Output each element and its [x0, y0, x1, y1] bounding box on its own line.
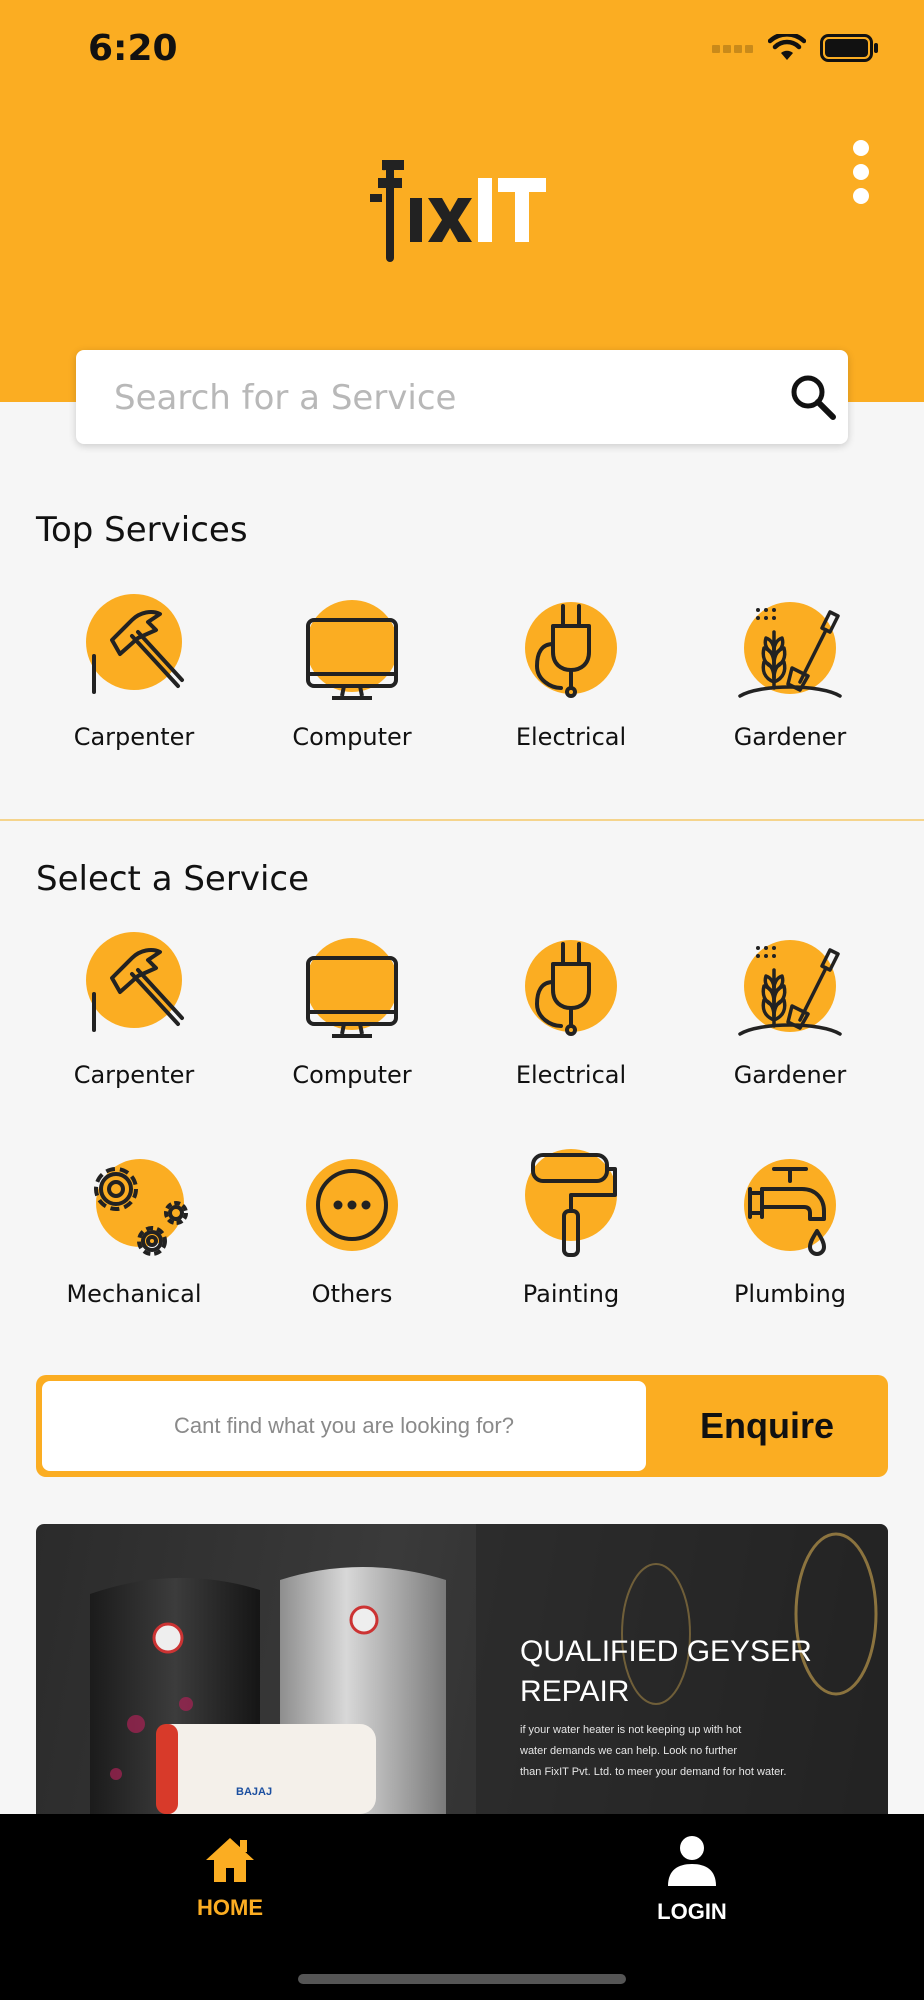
- plug-icon: [525, 940, 617, 1036]
- nav-login-label: LOGIN: [657, 1899, 727, 1924]
- banner-text-line: water demands we can help. Look no furth…: [520, 1745, 738, 1757]
- service-label: Carpenter: [73, 1061, 195, 1089]
- fixit-logo: [370, 160, 546, 262]
- service-label: Gardener: [733, 723, 847, 751]
- search-icon[interactable]: [788, 372, 838, 422]
- banner-title-line: QUALIFIED GEYSER: [520, 1635, 812, 1668]
- top-service-carpenter[interactable]: Carpenter: [34, 592, 234, 751]
- service-label: Plumbing: [733, 1280, 847, 1308]
- service-electrical[interactable]: Electrical: [471, 930, 671, 1089]
- service-label: Computer: [292, 1061, 412, 1089]
- home-indicator: [298, 1974, 626, 1984]
- top-service-electrical[interactable]: Electrical: [471, 592, 671, 751]
- faucet-icon: [744, 1159, 836, 1256]
- user-icon: [668, 1836, 716, 1886]
- section-divider: [0, 819, 924, 821]
- service-label: Carpenter: [73, 723, 195, 751]
- service-gardener[interactable]: Gardener: [690, 930, 890, 1089]
- service-painting[interactable]: Painting: [471, 1149, 671, 1308]
- gears-icon: [94, 1159, 188, 1256]
- hammer-icon: [86, 594, 184, 694]
- more-menu-button[interactable]: [848, 140, 874, 204]
- home-icon: [206, 1838, 254, 1882]
- nav-home[interactable]: HOME: [130, 1834, 330, 1921]
- paint-roller-icon: [525, 1149, 617, 1257]
- enquire-input[interactable]: Cant find what you are looking for?: [42, 1381, 646, 1471]
- select-service-title: Select a Service: [36, 859, 309, 899]
- service-label: Electrical: [515, 723, 627, 751]
- service-label: Gardener: [733, 1061, 847, 1089]
- app-header: 6:20: [0, 0, 924, 402]
- monitor-icon: [306, 600, 398, 700]
- top-services-title: Top Services: [36, 510, 248, 550]
- banner-title: QUALIFIED GEYSER REPAIR: [520, 1632, 850, 1712]
- bottom-nav: HOME LOGIN: [0, 1814, 924, 2000]
- plant-shovel-icon: [738, 940, 842, 1036]
- banner-text-line: if your water heater is not keeping up w…: [520, 1724, 742, 1736]
- status-icons: [712, 34, 878, 62]
- banner-text-line: than FixIT Pvt. Ltd. to meer your demand…: [520, 1766, 787, 1778]
- banner-title-line: REPAIR: [520, 1675, 630, 1708]
- plug-icon: [525, 602, 617, 698]
- service-computer[interactable]: Computer: [252, 930, 452, 1089]
- service-plumbing[interactable]: Plumbing: [690, 1149, 890, 1308]
- banner-brand: BAJAJ: [236, 1786, 273, 1798]
- more-dots-icon: [306, 1159, 398, 1251]
- plant-shovel-icon: [738, 602, 842, 698]
- service-label: Computer: [292, 723, 412, 751]
- hammer-icon: [86, 932, 184, 1032]
- nav-login[interactable]: LOGIN: [592, 1834, 792, 1925]
- search-input[interactable]: [112, 372, 756, 424]
- service-mechanical[interactable]: Mechanical: [34, 1149, 234, 1308]
- status-time: 6:20: [88, 28, 178, 69]
- nav-home-label: HOME: [197, 1895, 263, 1920]
- service-others[interactable]: Others: [252, 1149, 452, 1308]
- signal-icon: [712, 45, 753, 53]
- service-label: Others: [311, 1280, 393, 1308]
- top-service-computer[interactable]: Computer: [252, 592, 452, 751]
- battery-icon: [820, 34, 878, 62]
- top-service-gardener[interactable]: Gardener: [690, 592, 890, 751]
- service-carpenter[interactable]: Carpenter: [34, 930, 234, 1089]
- service-label: Electrical: [515, 1061, 627, 1089]
- promo-banner[interactable]: BAJAJ QUALIFIED GEYSER REPAIR if your wa…: [36, 1524, 888, 1814]
- enquire-bar: Cant find what you are looking for? Enqu…: [36, 1375, 888, 1477]
- banner-description: if your water heater is not keeping up w…: [520, 1720, 840, 1783]
- enquire-button[interactable]: Enquire: [646, 1375, 888, 1477]
- wifi-icon: [768, 34, 806, 60]
- service-label: Painting: [522, 1280, 620, 1308]
- search-bar: [76, 350, 848, 444]
- service-label: Mechanical: [66, 1280, 202, 1308]
- monitor-icon: [306, 938, 398, 1038]
